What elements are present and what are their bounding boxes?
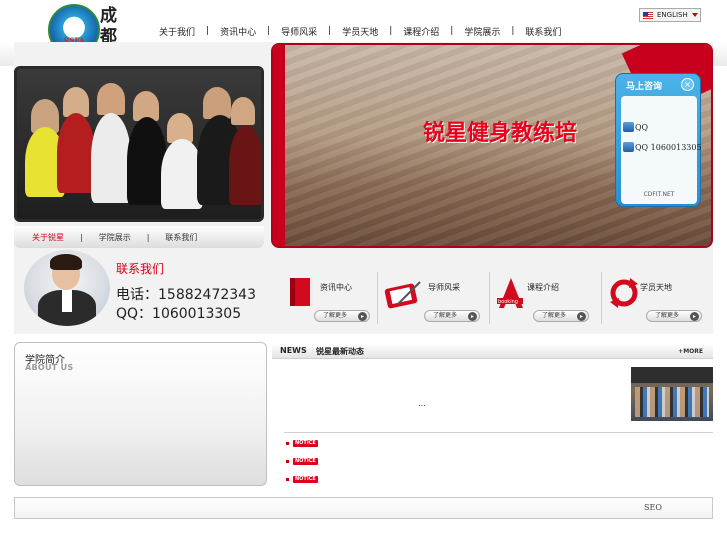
learn-more-button[interactable]: 了解更多: [646, 310, 702, 322]
support-agent-avatar: [24, 250, 110, 326]
quick-link-courses[interactable]: booking 课程介绍 了解更多: [497, 272, 597, 327]
contact-phone: 电话：15882472343: [116, 287, 256, 303]
news-more-link[interactable]: +MORE: [678, 348, 703, 355]
banner-red-edge: [273, 45, 285, 246]
language-label: ENGLISH: [657, 11, 688, 19]
notice-badge: NOTICE: [293, 476, 318, 483]
booking-icon: booking: [497, 278, 523, 308]
consult-title: 马上咨询: [626, 82, 663, 92]
news-ellipsis: ...: [418, 399, 426, 408]
nav-item-contact[interactable]: 联系我们: [514, 25, 572, 38]
footer-seo-link[interactable]: SEO: [644, 503, 662, 512]
learn-more-button[interactable]: 了解更多: [424, 310, 480, 322]
news-item[interactable]: NOTICE: [286, 440, 318, 447]
chevron-down-icon: [691, 13, 698, 17]
bullet-icon: [286, 460, 289, 463]
language-selector[interactable]: ENGLISH: [639, 8, 701, 22]
news-photo[interactable]: [631, 367, 713, 421]
news-item[interactable]: NOTICE: [286, 476, 318, 483]
refresh-icon: [610, 278, 638, 308]
qq-icon: [623, 142, 634, 152]
main-nav: 关于我们 | 资讯中心 | 导师风采 | 学员天地 | 课程介绍 | 学院展示 …: [148, 22, 572, 40]
nav-item-news[interactable]: 资讯中心: [209, 25, 267, 38]
submenu-separator: |: [146, 232, 150, 242]
qq-label-2: QQ 1060013305: [635, 142, 702, 152]
quick-link-label: 资讯中心: [320, 283, 352, 292]
learn-more-button[interactable]: 了解更多: [533, 310, 589, 322]
quick-link-label: 课程介绍: [527, 283, 559, 292]
nav-item-about[interactable]: 关于我们: [148, 25, 206, 38]
divider: [489, 272, 490, 324]
about-panel: 学院简介 ABOUT US: [14, 342, 267, 486]
news-label: NEWS: [280, 346, 307, 355]
about-submenu: 关于锐星 | 学院展示 | 联系我们: [14, 226, 264, 248]
bullet-icon: [286, 442, 289, 445]
news-title: 锐星最新动态: [316, 347, 364, 356]
divider: [377, 272, 378, 324]
consult-footer: CDFIT.NET: [643, 191, 675, 198]
about-subtitle: ABOUT US: [25, 363, 74, 372]
qq-contact-2[interactable]: QQ 1060013305: [623, 142, 702, 152]
submenu-item-about-ruixing[interactable]: 关于锐星: [32, 232, 80, 243]
us-flag-icon: [643, 11, 653, 19]
qq-icon: [623, 122, 634, 132]
quick-link-tutors[interactable]: 导师风采 了解更多: [384, 272, 484, 327]
logo-char-1: 成: [100, 6, 117, 26]
book-icon: [290, 278, 313, 306]
news-item[interactable]: NOTICE: [286, 458, 318, 465]
news-header: NEWS 锐星最新动态 +MORE: [272, 344, 713, 359]
group-photo: [14, 66, 264, 222]
quick-link-students[interactable]: 学员天地 了解更多: [610, 272, 710, 327]
quick-link-news[interactable]: 资讯中心 了解更多: [286, 272, 386, 327]
nav-item-courses[interactable]: 课程介绍: [392, 25, 450, 38]
qq-contact-1[interactable]: QQ: [623, 122, 648, 132]
close-icon[interactable]: ×: [681, 78, 694, 91]
divider: [284, 432, 713, 433]
notice-badge: NOTICE: [293, 440, 318, 447]
contact-qq: QQ：1060013305: [116, 306, 242, 322]
bullet-icon: [286, 478, 289, 481]
nav-item-gallery[interactable]: 学院展示: [453, 25, 511, 38]
submenu-item-gallery[interactable]: 学院展示: [99, 232, 147, 243]
banner-title: 锐星健身教练培: [423, 121, 578, 146]
learn-more-button[interactable]: 了解更多: [314, 310, 370, 322]
qq-label-1: QQ: [635, 122, 649, 132]
divider: [601, 272, 602, 324]
consult-body: QQ QQ 1060013305 CDFIT.NET: [621, 96, 702, 204]
pen-tablet-icon: [384, 281, 421, 309]
quick-link-label: 学员天地: [640, 283, 672, 292]
footer: SEO: [14, 497, 713, 519]
notice-badge: NOTICE: [293, 458, 318, 465]
consult-widget: 马上咨询 × QQ QQ 1060013305 CDFIT.NET: [615, 73, 702, 207]
quick-link-label: 导师风采: [428, 283, 460, 292]
svg-text:booking: booking: [498, 299, 518, 305]
nav-item-tutors[interactable]: 导师风采: [270, 25, 328, 38]
contact-title: 联系我们: [116, 262, 165, 276]
submenu-separator: |: [80, 232, 83, 242]
submenu-item-contact[interactable]: 联系我们: [165, 232, 213, 243]
nav-item-students[interactable]: 学员天地: [331, 25, 389, 38]
